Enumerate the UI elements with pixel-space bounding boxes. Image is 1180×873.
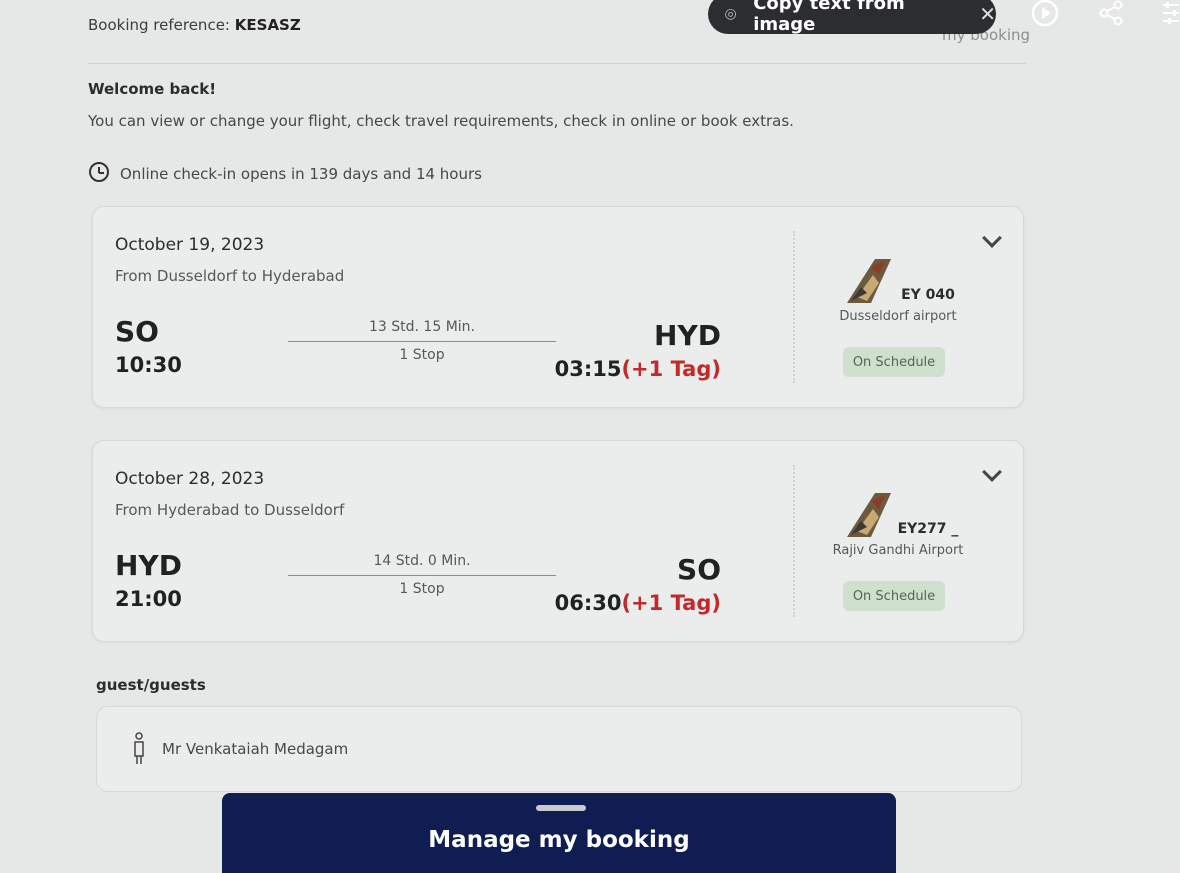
departure-airport: Dusseldorf airport <box>839 309 957 324</box>
flight-number: EY277 _ <box>897 521 959 537</box>
flight-card[interactable]: October 19, 2023 From Dusseldorf to Hyde… <box>92 206 1024 408</box>
copy-text-label[interactable]: Copy text from image <box>753 0 963 35</box>
chevron-down-icon[interactable] <box>982 228 1002 248</box>
manage-booking-button[interactable]: Manage my booking <box>222 793 896 873</box>
booking-reference: Booking reference: KESASZ <box>88 16 301 34</box>
day-offset: (+1 Tag) <box>621 591 721 615</box>
departure-time: 10:30 <box>115 353 182 377</box>
flight-number: EY 040 <box>901 287 955 303</box>
lens-icon: ◎ <box>724 6 737 22</box>
departure-airport: Rajiv Gandhi Airport <box>832 543 964 558</box>
flight-stops: 1 Stop <box>399 347 445 363</box>
booking-reference-label: Booking reference: <box>88 16 230 34</box>
route-line <box>288 575 556 576</box>
arrival-time: 03:15(+1 Tag) <box>555 357 721 381</box>
status-badge: On Schedule <box>843 347 945 377</box>
departure-code: HYD <box>115 549 182 582</box>
arrival-code: HYD <box>654 319 721 352</box>
drag-handle[interactable] <box>536 805 586 811</box>
guests-heading: guest/guests <box>96 676 206 694</box>
flight-stops: 1 Stop <box>399 581 445 597</box>
arrival-time: 06:30(+1 Tag) <box>555 591 721 615</box>
chevron-down-icon[interactable] <box>982 462 1002 482</box>
departure-code: SO <box>115 315 159 348</box>
status-badge: On Schedule <box>843 581 945 611</box>
welcome-title: Welcome back! <box>88 80 217 98</box>
arrival-time-value: 03:15 <box>554 357 622 381</box>
copy-text-overlay[interactable]: ◎ Copy text from image ✕ <box>708 0 996 35</box>
play-icon[interactable] <box>1028 0 1062 28</box>
arrival-time-value: 06:30 <box>554 591 622 615</box>
close-icon[interactable]: ✕ <box>979 2 996 26</box>
departure-time: 21:00 <box>115 587 182 611</box>
flight-route: From Hyderabad to Dusseldorf <box>115 501 345 519</box>
route-line <box>288 341 556 342</box>
flight-card[interactable]: October 28, 2023 From Hyderabad to Dusse… <box>92 440 1024 642</box>
arrival-code: SO <box>677 553 721 586</box>
booking-reference-value: KESASZ <box>234 16 301 34</box>
flight-route: From Dusseldorf to Hyderabad <box>115 267 345 285</box>
manage-booking-label: Manage my booking <box>428 827 690 853</box>
header-divider <box>88 63 1026 64</box>
flight-date: October 28, 2023 <box>115 469 265 489</box>
filter-icon[interactable] <box>1154 0 1180 28</box>
card-separator <box>793 465 795 617</box>
card-separator <box>793 231 795 383</box>
flight-date: October 19, 2023 <box>115 235 265 255</box>
person-icon <box>134 732 144 764</box>
guest-name: Mr Venkataiah Medagam <box>162 740 349 758</box>
welcome-subtitle: You can view or change your flight, chec… <box>88 112 794 130</box>
clock-icon <box>89 162 109 182</box>
checkin-info: Online check-in opens in 139 days and 14… <box>120 165 482 183</box>
flight-duration: 13 Std. 15 Min. <box>369 319 475 335</box>
share-icon[interactable] <box>1094 0 1128 28</box>
flight-duration: 14 Std. 0 Min. <box>373 553 471 569</box>
day-offset: (+1 Tag) <box>621 357 721 381</box>
